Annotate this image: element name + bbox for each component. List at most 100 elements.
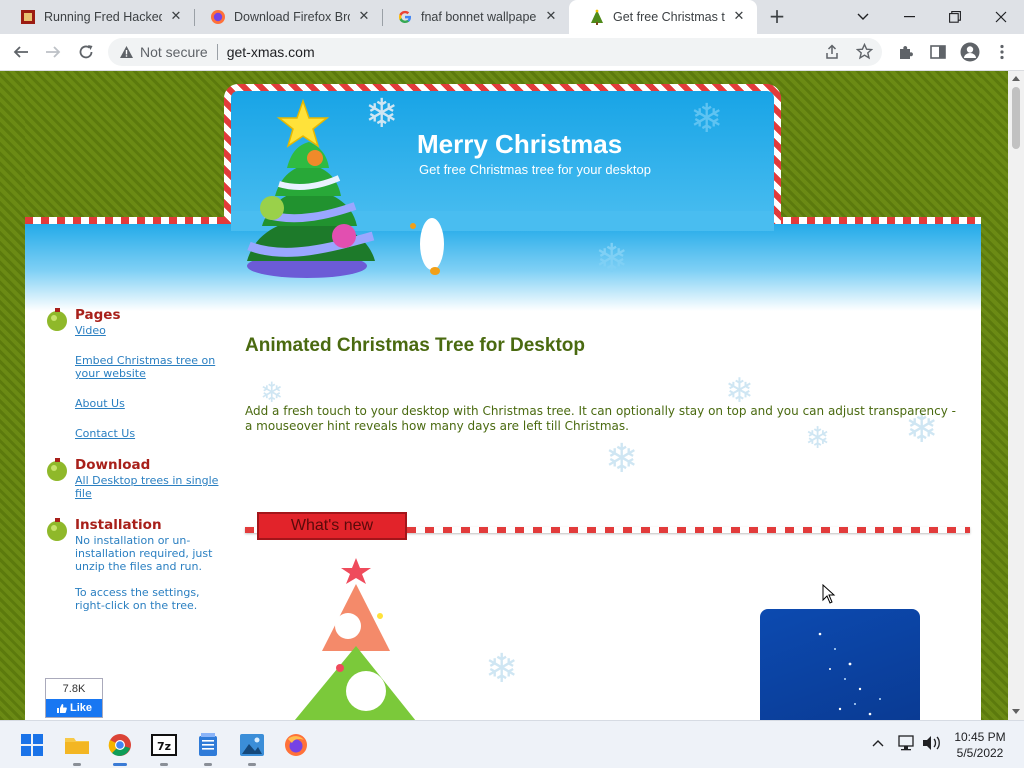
- page-scrollbar[interactable]: [1008, 71, 1024, 720]
- installation-text: No installation or un-installation requi…: [75, 534, 213, 573]
- file-explorer-folder-icon[interactable]: [61, 729, 93, 766]
- notepad-taskbar-icon[interactable]: [192, 729, 224, 766]
- clock-time: 10:45 PM: [954, 730, 1006, 744]
- sidebar-heading-download: Download: [75, 457, 151, 473]
- sidebar-link-all-trees[interactable]: All Desktop trees in single file: [75, 474, 230, 500]
- tab-download-firefox[interactable]: Download Firefox Brow ✕: [190, 0, 382, 34]
- scroll-down-arrow-icon[interactable]: [1012, 709, 1020, 714]
- whats-new-ribbon: What's new: [257, 512, 407, 540]
- ornament-ball-icon: [47, 518, 67, 541]
- sidebar-link-embed-tree[interactable]: Embed Christmas tree on your website: [75, 354, 230, 380]
- candy-stripe-left: [25, 217, 230, 224]
- address-bar[interactable]: Not secure get-xmas.com: [108, 38, 882, 66]
- close-window-button[interactable]: [978, 0, 1024, 34]
- tab-search-chevron-icon[interactable]: [840, 0, 886, 34]
- back-button[interactable]: [8, 39, 34, 65]
- snowflake-icon: ❄: [690, 96, 724, 142]
- ornament-ball-icon: [47, 308, 67, 331]
- sidebar-section-download: Download All Desktop trees in single fil…: [45, 457, 230, 517]
- candy-stripe-right: [775, 217, 981, 224]
- running-indicator: [204, 763, 212, 766]
- sidebar-link-contact-us[interactable]: Contact Us: [75, 427, 230, 440]
- ornament-ball-icon: [47, 458, 67, 481]
- share-icon[interactable]: [824, 44, 840, 63]
- profile-avatar-icon[interactable]: [957, 39, 983, 65]
- extensions-puzzle-icon[interactable]: [893, 39, 919, 65]
- running-indicator: [73, 763, 81, 766]
- christmas-tree-illustration-icon: [247, 98, 375, 278]
- page-content: ❄ ❄ ❄ ❄ ❄ ❄ ❄ ❄ ❄ Merry Christmas Get fr…: [25, 71, 981, 720]
- main-heading: Animated Christmas Tree for Desktop: [245, 335, 585, 356]
- scroll-up-arrow-icon[interactable]: [1012, 76, 1020, 81]
- header-subtitle: Get free Christmas tree for your desktop: [419, 162, 651, 177]
- 7zip-taskbar-icon[interactable]: 7z: [148, 729, 180, 766]
- tab-get-free-christmas-tree[interactable]: Get free Christmas tree ✕: [569, 0, 757, 34]
- settings-hint-text: To access the settings, right-click on t…: [75, 586, 200, 612]
- browser-toolbar: Not secure get-xmas.com: [0, 34, 1024, 71]
- start-button-windows-icon[interactable]: [16, 729, 48, 761]
- sidebar-link-video[interactable]: Video: [75, 324, 230, 337]
- like-label: Like: [69, 702, 92, 714]
- sidebar-section-pages: Pages Video Embed Christmas tree on your…: [45, 307, 230, 457]
- active-indicator: [113, 763, 127, 766]
- not-secure-warning-icon[interactable]: [118, 44, 134, 60]
- tab-title: Download Firefox Brow: [234, 10, 350, 24]
- tab-title: Running Fred Hacked |: [44, 10, 162, 24]
- fred-favicon-icon: [20, 9, 36, 25]
- tree-preview-image[interactable]: [280, 556, 430, 720]
- menu-kebab-icon[interactable]: [989, 39, 1015, 65]
- like-count: 7.8K: [62, 683, 86, 695]
- clock-date: 5/5/2022: [956, 746, 1004, 760]
- christmas-tree-favicon-icon: [589, 9, 605, 25]
- snow-preview-image[interactable]: [760, 609, 920, 720]
- network-icon[interactable]: [898, 735, 916, 755]
- firefox-taskbar-icon[interactable]: [280, 729, 312, 761]
- new-tab-button[interactable]: +: [766, 5, 788, 27]
- sidebar-heading-installation: Installation: [75, 517, 162, 533]
- penguin-illustration-icon: [410, 218, 444, 275]
- sidebar-section-installation: Installation No installation or un-insta…: [45, 517, 230, 612]
- reload-button[interactable]: [73, 39, 99, 65]
- minimize-button[interactable]: [886, 0, 932, 34]
- tab-close-icon[interactable]: ✕: [356, 9, 372, 25]
- windows-taskbar: 7z 10:45 PM 5/5/2022: [0, 720, 1024, 768]
- tab-fnaf-wallpaper[interactable]: fnaf bonnet wallpaper ✕: [377, 0, 569, 34]
- snowflake-icon: ❄: [485, 646, 519, 692]
- tab-running-fred[interactable]: Running Fred Hacked | ✕: [0, 0, 194, 34]
- main-intro: Add a fresh touch to your desktop with C…: [245, 404, 956, 433]
- web-viewport: ❄ ❄ ❄ ❄ ❄ ❄ ❄ ❄ ❄ Merry Christmas Get fr…: [0, 71, 1008, 720]
- sidebar: Pages Video Embed Christmas tree on your…: [45, 307, 230, 612]
- address-separator: [216, 44, 218, 60]
- restore-button[interactable]: [932, 0, 978, 34]
- side-panel-icon[interactable]: [925, 39, 951, 65]
- google-favicon-icon: [397, 9, 413, 25]
- sidebar-heading-pages: Pages: [75, 307, 121, 323]
- facebook-like-widget: 7.8K Like: [45, 678, 103, 718]
- tab-close-icon[interactable]: ✕: [731, 9, 747, 25]
- show-hidden-icons-chevron-icon[interactable]: [872, 735, 884, 751]
- volume-speaker-icon[interactable]: [922, 735, 942, 755]
- bookmark-star-icon[interactable]: [855, 42, 874, 63]
- sidebar-link-about-us[interactable]: About Us: [75, 397, 230, 410]
- tab-title: Get free Christmas tree: [613, 10, 725, 24]
- svg-text:7z: 7z: [157, 740, 171, 753]
- scrollbar-thumb[interactable]: [1012, 87, 1020, 149]
- facebook-like-button[interactable]: Like: [46, 699, 102, 717]
- forward-button[interactable]: [40, 39, 66, 65]
- snowflake-icon: ❄: [595, 236, 629, 282]
- system-clock[interactable]: 10:45 PM 5/5/2022: [948, 729, 1012, 761]
- header-title: Merry Christmas: [417, 129, 623, 159]
- tab-strip: Running Fred Hacked | ✕ Download Firefox…: [0, 0, 1024, 34]
- tab-close-icon[interactable]: ✕: [543, 9, 559, 25]
- thumbs-up-icon: [56, 703, 67, 713]
- tab-close-icon[interactable]: ✕: [168, 9, 184, 25]
- url-text[interactable]: get-xmas.com: [227, 44, 315, 60]
- photos-taskbar-icon[interactable]: [236, 729, 268, 766]
- header-sky: [25, 221, 981, 311]
- chrome-taskbar-icon[interactable]: [104, 729, 136, 766]
- firefox-favicon-icon: [210, 9, 226, 25]
- tab-title: fnaf bonnet wallpaper: [421, 10, 537, 24]
- running-indicator: [160, 763, 168, 766]
- security-label[interactable]: Not secure: [140, 44, 208, 60]
- mouse-cursor-icon: [822, 584, 836, 604]
